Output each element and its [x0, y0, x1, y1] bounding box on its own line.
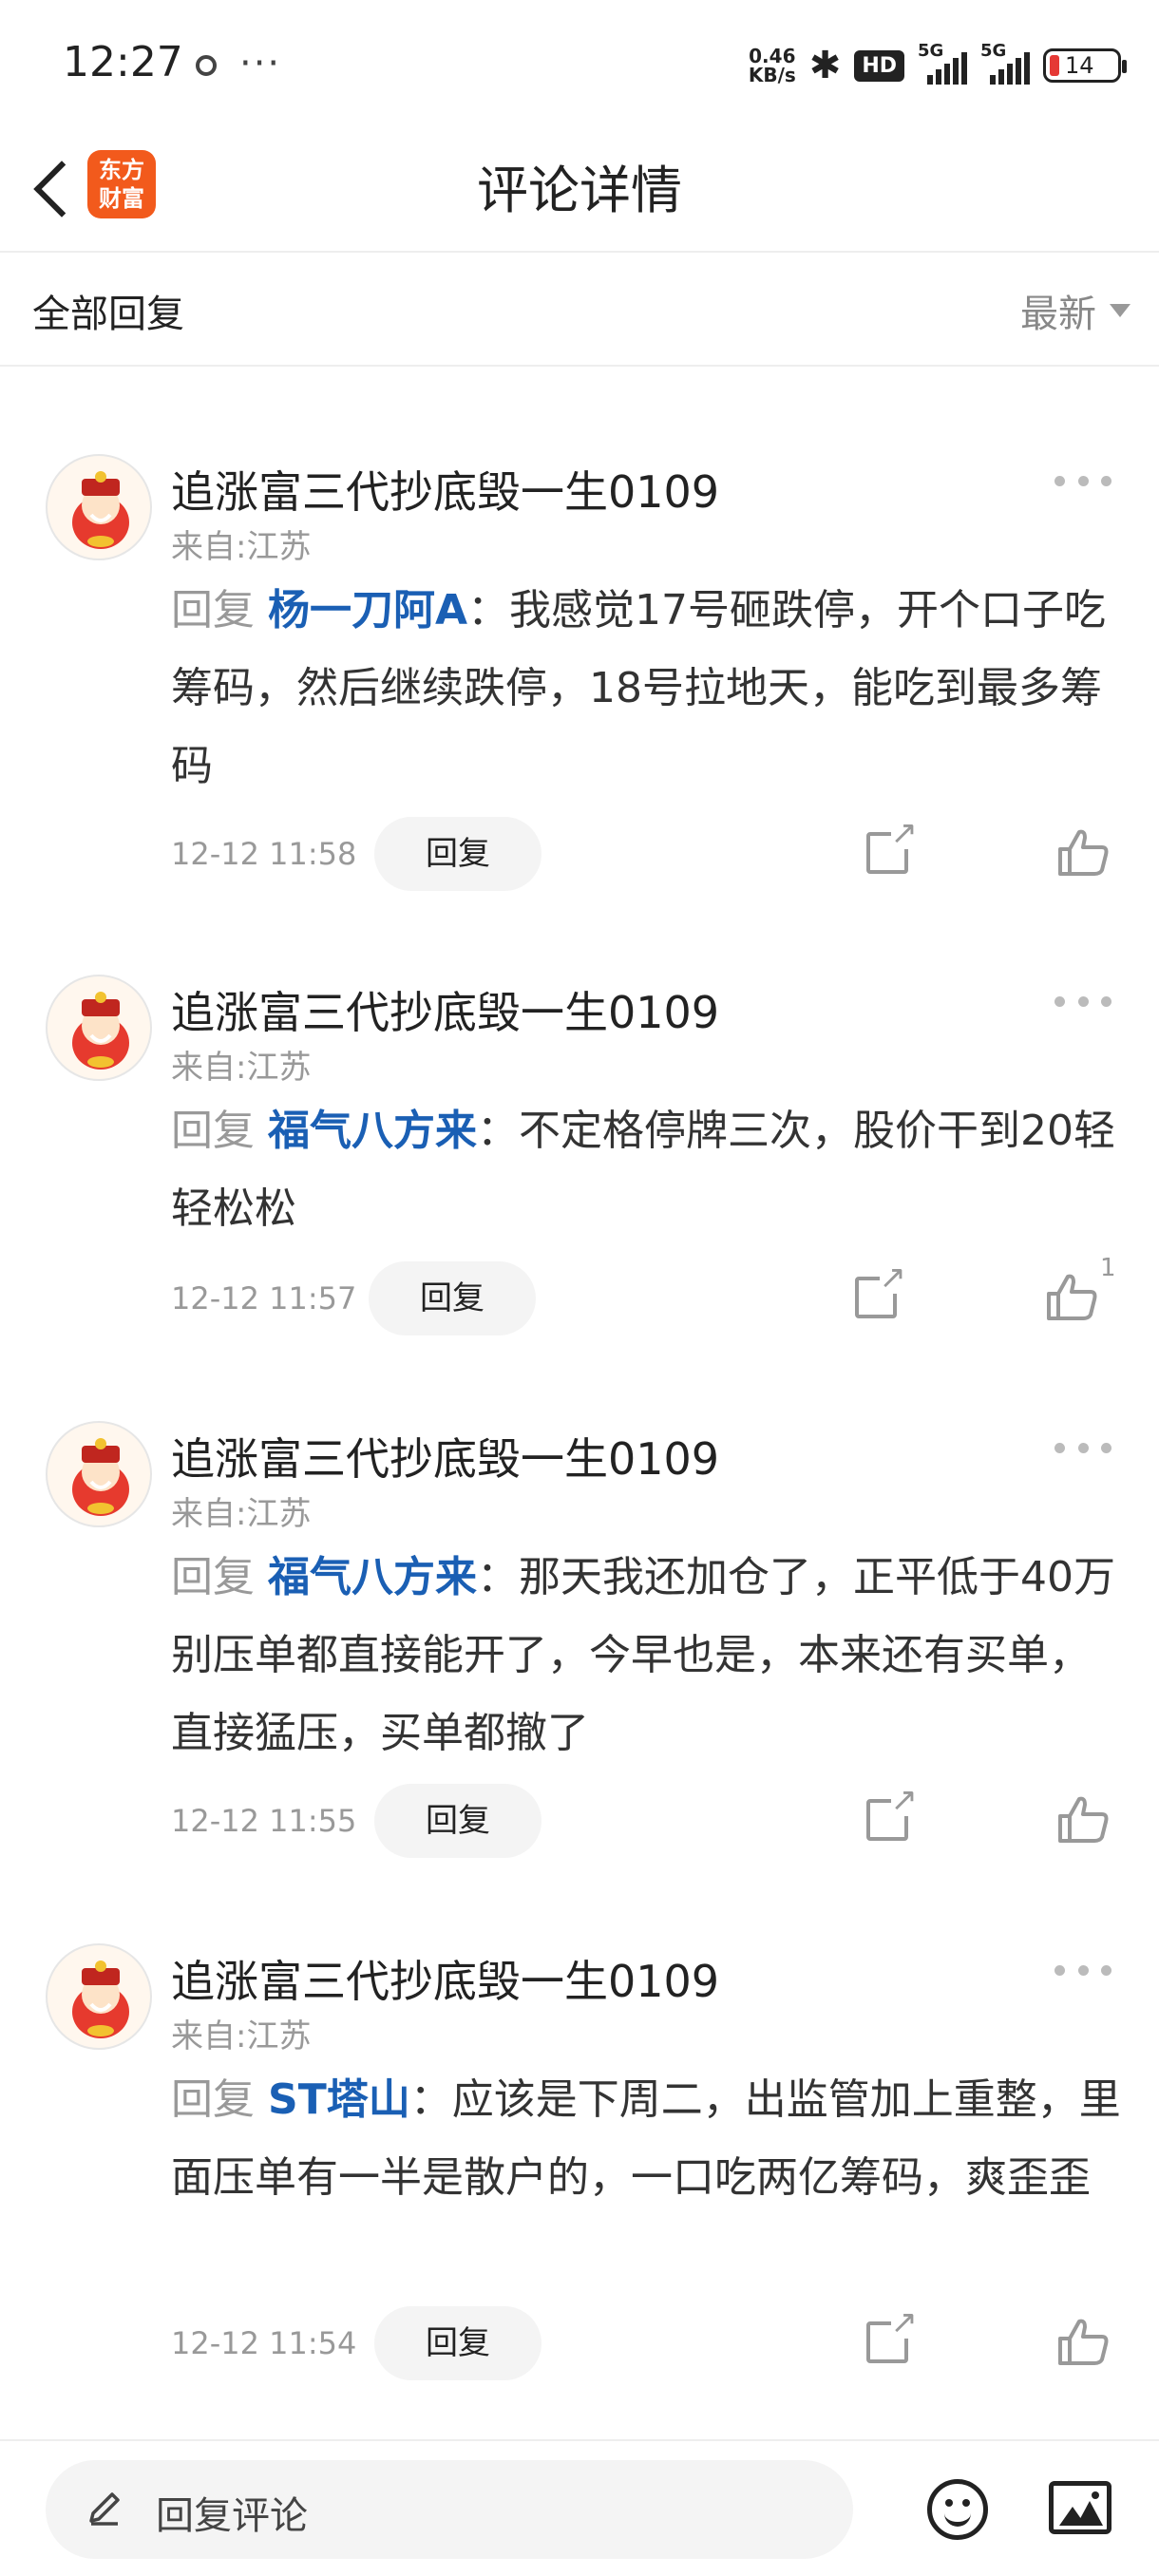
comment-item: 追涨富三代抄底毁一生0109 来自:江苏 回复 福气八方来：那天我还加仓了，正平… [0, 1334, 1159, 1858]
username[interactable]: 追涨富三代抄底毁一生0109 [171, 458, 719, 521]
username[interactable]: 追涨富三代抄底毁一生0109 [171, 1947, 719, 2010]
share-icon[interactable] [855, 1261, 906, 1318]
username[interactable]: 追涨富三代抄底毁一生0109 [171, 1425, 719, 1487]
hd-voice-icon: HD [854, 49, 904, 82]
more-options-icon[interactable] [1054, 992, 1112, 1011]
image-icon[interactable] [1049, 2481, 1112, 2534]
like-icon[interactable] [1045, 1273, 1098, 1322]
comment-meta: 12-12 11:54 回复 [171, 2306, 1130, 2380]
comment-text: 回复 福气八方来：不定格停牌三次，股价干到20轻轻松松 [171, 1107, 1115, 1233]
location: 来自:江苏 [171, 1495, 312, 1533]
filter-bar: 全部回复 最新 [0, 255, 1159, 367]
header: 东方 财富 评论详情 [0, 133, 1159, 253]
share-icon[interactable] [866, 817, 918, 874]
comment-text: 回复 福气八方来：那天我还加仓了，正平低于40万别压单都直接能开了，今早也是，本… [171, 1553, 1115, 1757]
comment-text: 回复 ST塔山：应该是下周二，出监管加上重整，里面压单有一半是散户的，一口吃两亿… [171, 2075, 1121, 2202]
mention-link[interactable]: 杨一刀阿A [268, 586, 467, 635]
signal-icon-2: 5G [980, 41, 1030, 85]
like-icon[interactable] [1056, 2318, 1110, 2367]
timestamp: 12-12 11:57 [171, 1280, 357, 1316]
avatar[interactable] [46, 1421, 152, 1527]
timestamp: 12-12 11:58 [171, 836, 357, 872]
comment-item: 追涨富三代抄底毁一生0109 来自:江苏 回复 福气八方来：不定格停牌三次，股价… [0, 887, 1159, 1335]
wechat-notification-icon [196, 55, 217, 76]
mention-link[interactable]: 福气八方来 [268, 1553, 477, 1601]
status-time: 12:27 [63, 38, 183, 86]
reply-button[interactable]: 回复 [369, 1261, 536, 1335]
location: 来自:江苏 [171, 2017, 312, 2055]
more-options-icon[interactable] [1054, 1960, 1112, 1979]
sort-dropdown[interactable]: 最新 [1020, 283, 1130, 338]
battery-icon: 14 [1043, 48, 1127, 83]
pencil-icon [89, 2492, 120, 2526]
mention-link[interactable]: ST塔山 [268, 2075, 410, 2124]
share-icon[interactable] [866, 1784, 918, 1841]
reply-input[interactable]: 回复评论 [46, 2460, 853, 2559]
signal-icon-1: 5G [918, 41, 967, 85]
username[interactable]: 追涨富三代抄底毁一生0109 [171, 978, 719, 1041]
comment-meta: 12-12 11:57 回复 1 [171, 1254, 1130, 1335]
all-replies-label: 全部回复 [32, 293, 184, 336]
mention-link[interactable]: 福气八方来 [268, 1107, 477, 1155]
reply-button[interactable]: 回复 [374, 2306, 542, 2380]
share-icon[interactable] [866, 2306, 918, 2363]
comment-meta: 12-12 11:58 回复 [171, 817, 1130, 891]
avatar[interactable] [46, 975, 152, 1081]
emoji-icon[interactable] [927, 2479, 988, 2540]
page-title: 评论详情 [477, 161, 682, 220]
bluetooth-icon: ✱ [808, 44, 842, 87]
like-icon[interactable] [1056, 1795, 1110, 1845]
bottom-bar: 回复评论 [0, 2439, 1159, 2576]
network-speed: 0.46 KB/s [748, 45, 796, 86]
reply-button[interactable]: 回复 [374, 1784, 542, 1858]
comment-meta: 12-12 11:55 回复 [171, 1784, 1130, 1858]
reply-button[interactable]: 回复 [374, 817, 542, 891]
sort-label: 最新 [1020, 293, 1096, 336]
more-notifications-icon: ··· [239, 42, 282, 85]
comment-item: 追涨富三代抄底毁一生0109 来自:江苏 回复 ST塔山：应该是下周二，出监管加… [0, 1856, 1159, 2380]
reply-input-placeholder: 回复评论 [156, 2494, 308, 2538]
avatar[interactable] [46, 1943, 152, 2050]
more-options-icon[interactable] [1054, 1438, 1112, 1457]
timestamp: 12-12 11:55 [171, 1803, 357, 1839]
timestamp: 12-12 11:54 [171, 2325, 357, 2361]
location: 来自:江苏 [171, 528, 312, 566]
avatar[interactable] [46, 454, 152, 560]
caret-down-icon [1110, 304, 1130, 317]
more-options-icon[interactable] [1054, 471, 1112, 490]
like-icon[interactable] [1056, 828, 1110, 878]
like-count: 1 [1100, 1254, 1116, 1282]
comment-text: 回复 杨一刀阿A：我感觉17号砸跌停，开个口子吃筹码，然后继续跌停，18号拉地天… [171, 586, 1107, 790]
status-bar: 12:27 ··· 0.46 KB/s ✱ HD 5G 5G 14 [0, 0, 1159, 133]
location: 来自:江苏 [171, 1049, 312, 1087]
comment-item: 追涨富三代抄底毁一生0109 来自:江苏 回复 杨一刀阿A：我感觉17号砸跌停，… [0, 367, 1159, 891]
